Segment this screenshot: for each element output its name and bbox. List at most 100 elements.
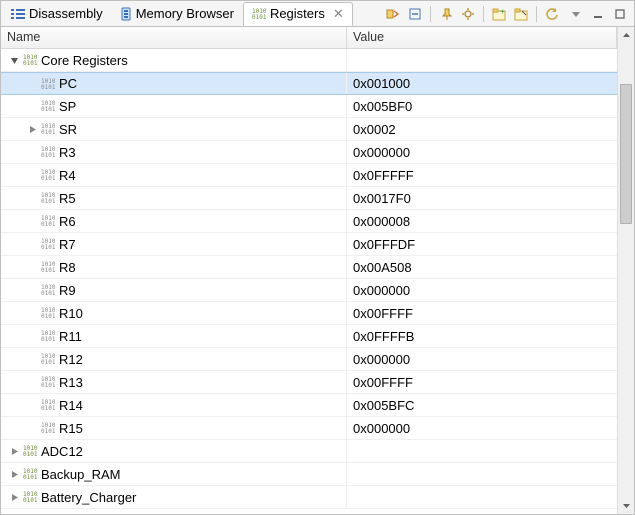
register-value: 0x0FFFDF: [353, 237, 415, 252]
column-header-name[interactable]: Name: [1, 27, 347, 48]
cell-value[interactable]: 0x000008: [347, 214, 617, 229]
table-row[interactable]: 10100101R30x000000: [1, 141, 617, 164]
cell-value[interactable]: 0x005BFC: [347, 398, 617, 413]
register-value: 0x000008: [353, 214, 410, 229]
svg-text:0101: 0101: [41, 336, 55, 342]
register-name: R4: [59, 168, 76, 183]
cell-name: 10100101R10: [1, 302, 347, 324]
cell-value[interactable]: 0x00FFFF: [347, 375, 617, 390]
expand-icon[interactable]: [7, 444, 21, 458]
table-row[interactable]: 10100101Battery_Charger: [1, 486, 617, 509]
register-name: Core Registers: [41, 53, 128, 68]
cell-name: 10100101 R13: [1, 371, 347, 393]
cell-value[interactable]: 0x005BF0: [347, 99, 617, 114]
table-row[interactable]: 10100101R110x0FFFFB: [1, 325, 617, 348]
close-tab-icon[interactable]: ✕: [333, 6, 344, 22]
table-row[interactable]: 10100101Backup_RAM: [1, 463, 617, 486]
svg-text:0101: 0101: [23, 60, 37, 66]
cell-name: 10100101R12: [1, 348, 347, 370]
register-icon: 10100101: [41, 284, 55, 296]
table-row[interactable]: 10100101SP0x005BF0: [1, 95, 617, 118]
cell-value[interactable]: 0x000000: [347, 145, 617, 160]
table-row[interactable]: 10100101 R9 0x000000: [1, 279, 617, 302]
table-row[interactable]: 10100101R60x000008: [1, 210, 617, 233]
expand-icon[interactable]: [25, 122, 39, 136]
register-name: R9: [59, 283, 76, 298]
toolbar-separator: [483, 6, 484, 22]
cell-value[interactable]: 0x000000: [347, 283, 617, 298]
collapse-icon[interactable]: [7, 53, 21, 67]
table-row[interactable]: 10100101 ADC12: [1, 440, 617, 463]
registers-view: Disassembly Memory Browser 10100101Registe…: [0, 0, 635, 515]
expand-icon[interactable]: [7, 490, 21, 504]
register-icon: 10100101: [41, 376, 55, 388]
register-name: R15: [59, 421, 83, 436]
cell-value[interactable]: 0x001000: [347, 76, 617, 91]
register-value: 0x0017F0: [353, 191, 411, 206]
register-value: 0x00FFFF: [353, 306, 413, 321]
new-group-button[interactable]: +: [489, 4, 509, 24]
table-row[interactable]: 10100101SR0x0002: [1, 118, 617, 141]
table-row[interactable]: 10100101Core Registers: [1, 49, 617, 72]
table-row[interactable]: 10100101R120x000000: [1, 348, 617, 371]
cell-value[interactable]: 0x0FFFFB: [347, 329, 617, 344]
cell-value[interactable]: 0x00A508: [347, 260, 617, 275]
minimize-view-button[interactable]: [588, 4, 608, 24]
cell-value[interactable]: 0x00FFFF: [347, 306, 617, 321]
table-row[interactable]: 10100101 R13 0x00FFFF: [1, 371, 617, 394]
register-value: 0x005BFC: [353, 398, 414, 413]
registers-table: Name Value 10100101 Core Registers 1010010…: [1, 27, 617, 514]
register-group-icon: 10100101: [23, 445, 37, 457]
cell-name: 10100101 ADC12: [1, 440, 347, 462]
tab-disassembly[interactable]: Disassembly: [3, 2, 112, 26]
svg-text:0101: 0101: [23, 474, 37, 480]
toolbar-separator: [430, 6, 431, 22]
table-row[interactable]: 10100101PC0x001000: [1, 72, 617, 95]
scroll-track[interactable]: [618, 44, 634, 497]
register-name: R8: [59, 260, 76, 275]
table-row[interactable]: 10100101R50x0017F0: [1, 187, 617, 210]
register-value: 0x0002: [353, 122, 396, 137]
table-row[interactable]: 10100101R140x005BFC: [1, 394, 617, 417]
tab-memory-browser[interactable]: Memory Browser: [112, 2, 243, 26]
pin-button[interactable]: [436, 4, 456, 24]
register-name: R13: [59, 375, 83, 390]
cell-name: 10100101 R9: [1, 279, 347, 301]
scroll-up-button[interactable]: [618, 27, 634, 44]
cell-value[interactable]: 0x0002: [347, 122, 617, 137]
scroll-down-button[interactable]: [618, 497, 634, 514]
cell-name: 10100101R3: [1, 141, 347, 163]
scroll-thumb[interactable]: [620, 84, 632, 224]
expand-icon[interactable]: [7, 467, 21, 481]
tab-label: Memory Browser: [136, 6, 234, 21]
view-toolbar: +: [383, 4, 566, 24]
cell-name: 10100101R15: [1, 417, 347, 439]
table-row[interactable]: 10100101R80x00A508: [1, 256, 617, 279]
register-icon: 10100101: [41, 169, 55, 181]
column-header-value[interactable]: Value: [347, 27, 617, 48]
view-menu-button[interactable]: [566, 4, 586, 24]
table-row[interactable]: 10100101R150x000000: [1, 417, 617, 440]
show-type-names-button[interactable]: [383, 4, 403, 24]
table-row[interactable]: 10100101R10 0x00FFFF: [1, 302, 617, 325]
cell-value[interactable]: 0x000000: [347, 421, 617, 436]
register-name: ADC12: [41, 444, 83, 459]
cell-value[interactable]: 0x0FFFDF: [347, 237, 617, 252]
svg-text:0101: 0101: [41, 175, 55, 181]
vertical-scrollbar[interactable]: [617, 27, 634, 514]
cell-value[interactable]: 0x000000: [347, 352, 617, 367]
maximize-view-button[interactable]: [610, 4, 630, 24]
cell-value[interactable]: 0x0FFFFF: [347, 168, 617, 183]
edit-group-button[interactable]: [511, 4, 531, 24]
cell-value[interactable]: 0x0017F0: [347, 191, 617, 206]
refresh-button[interactable]: [542, 4, 562, 24]
view-settings-button[interactable]: [458, 4, 478, 24]
table-row[interactable]: 10100101R70x0FFFDF: [1, 233, 617, 256]
register-name: SP: [59, 99, 76, 114]
svg-text:0101: 0101: [41, 267, 55, 273]
table-row[interactable]: 10100101 R4 0x0FFFFF: [1, 164, 617, 187]
tab-registers[interactable]: 10100101Registers✕: [243, 2, 353, 26]
register-value: 0x000000: [353, 283, 410, 298]
svg-text:0101: 0101: [41, 405, 55, 411]
collapse-all-button[interactable]: [405, 4, 425, 24]
